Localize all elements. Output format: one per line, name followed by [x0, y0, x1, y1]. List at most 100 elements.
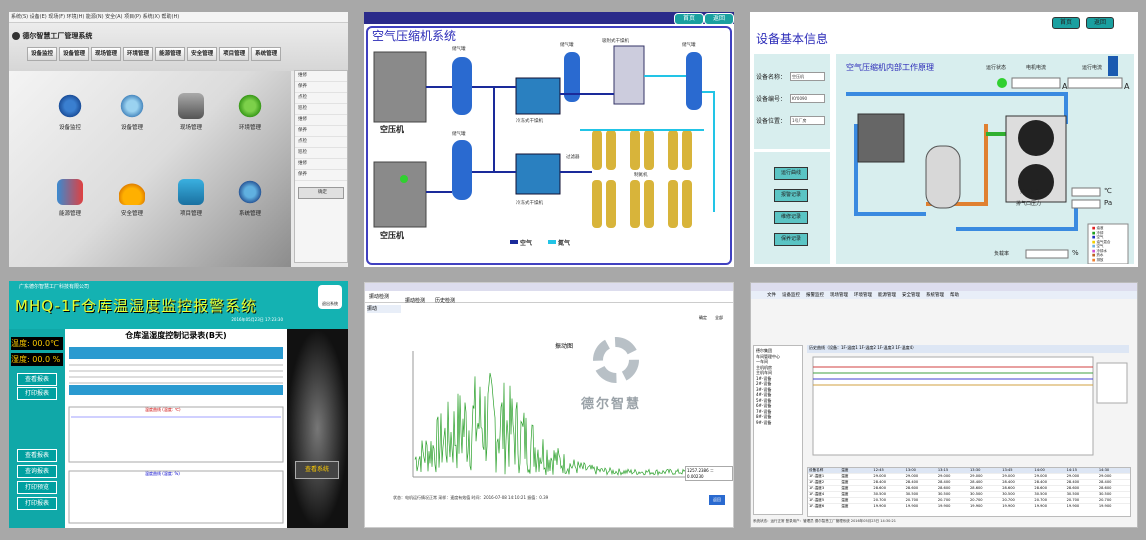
- table-cell: 19.900: [1066, 504, 1080, 508]
- all-button[interactable]: 全部: [715, 315, 723, 321]
- home-button[interactable]: 首页: [1052, 17, 1080, 29]
- filter-label: 过滤器: [566, 155, 580, 160]
- monitor-icon: [178, 179, 204, 205]
- table-header-cell: 14:15: [1066, 468, 1077, 472]
- side-panel: 维修 保养 点检 巡检 维修 保养 点检 巡检 维修 保养 确定: [294, 70, 348, 263]
- nav-item[interactable]: 能源管理: [155, 47, 186, 61]
- tab-vibration[interactable]: 振动检测: [405, 297, 425, 304]
- vibration-chart: [412, 351, 721, 478]
- table-row[interactable]: 1F-温度2 温度 28.400 28.400 28.400 28.400 28.400 28…: [808, 479, 1130, 485]
- side-row[interactable]: 保养: [295, 126, 347, 137]
- table-cell: 28.400: [1002, 480, 1015, 484]
- nav-item[interactable]: 设备管理: [59, 47, 90, 61]
- nav-item[interactable]: 环境管理: [123, 47, 154, 61]
- module-system[interactable]: 系统管理: [231, 179, 269, 217]
- ok-button[interactable]: 确定: [699, 315, 707, 321]
- status-led: [400, 175, 408, 183]
- return-button[interactable]: 返回: [709, 495, 725, 505]
- module-energy[interactable]: 能源管理: [51, 179, 89, 217]
- view-report-button[interactable]: 查看报表: [17, 449, 57, 462]
- module-project[interactable]: 项目管理: [172, 179, 210, 217]
- menu-item[interactable]: 系统管理: [926, 292, 944, 298]
- query-report-button[interactable]: 查询报表: [17, 465, 57, 478]
- hum-chart: [68, 470, 284, 524]
- side-row[interactable]: 点检: [295, 93, 347, 104]
- menu-item[interactable]: 现场管理: [830, 292, 848, 298]
- print-report-button[interactable]: 打印报表: [17, 387, 57, 400]
- system-title: MHQ-1F仓库温湿度监控报警系统: [15, 297, 258, 315]
- tank-label: 储气罐: [452, 47, 466, 52]
- menu-item[interactable]: 报警监控: [806, 292, 824, 298]
- field-label: 设备编号：: [756, 96, 787, 103]
- table-cell: 30.500: [1066, 492, 1080, 496]
- subtab[interactable]: 振动: [367, 305, 401, 313]
- tree-node[interactable]: 9#-设备: [756, 420, 800, 426]
- module-device-manage[interactable]: 设备管理: [113, 93, 151, 131]
- view-report-button[interactable]: 查看报表: [17, 373, 57, 386]
- logout-button[interactable]: 退出系统: [318, 285, 342, 309]
- view-system-button[interactable]: 查看系统: [295, 461, 339, 479]
- side-row[interactable]: 保养: [295, 170, 347, 181]
- location-field[interactable]: 1号厂房: [790, 116, 825, 125]
- banner: 广东德尔智慧工厂科技有限公司 MHQ-1F仓库温湿度监控报警系统 退出系统: [9, 281, 348, 329]
- table-cell: 29.000: [905, 474, 919, 478]
- module-env-manage[interactable]: 环境管理: [231, 93, 269, 131]
- print-preview-button[interactable]: 打印预览: [17, 481, 57, 494]
- history-curve-screenshot: 文件 设备监控 报警监控 现场管理 环境管理 能源管理 安全管理 系统管理 帮助…: [750, 282, 1138, 528]
- menu-item[interactable]: 安全管理: [902, 292, 920, 298]
- menu-item[interactable]: 文件: [767, 292, 776, 298]
- compressor-label: 空压机: [380, 231, 404, 240]
- table-row[interactable]: 1F-温度5 温度 20.700 20.700 20.700 20.700 20.700 20…: [808, 497, 1130, 503]
- table-cell: 1F-温度2: [809, 480, 825, 484]
- curve-button[interactable]: 运行曲线: [774, 167, 808, 180]
- window-titlebar: [751, 283, 1137, 291]
- temperature-readout: 温度: 00.0℃: [11, 337, 63, 350]
- dryer: [515, 153, 561, 195]
- nav-item[interactable]: 项目管理: [219, 47, 250, 61]
- back-button[interactable]: 返回: [1086, 17, 1114, 29]
- tab-vibration[interactable]: 振动检测: [369, 293, 389, 300]
- nav-item[interactable]: 系统管理: [251, 47, 282, 61]
- menu-item[interactable]: 设备监控: [782, 292, 800, 298]
- nav-item[interactable]: 安全管理: [187, 47, 218, 61]
- table-row[interactable]: 1F-温度6 温度 19.900 19.900 19.900 19.900 19.900 19…: [808, 503, 1130, 509]
- camera-view: 查看系统: [287, 329, 348, 528]
- plot-area: [812, 356, 1094, 456]
- alarm-button[interactable]: 报警记录: [774, 189, 808, 202]
- module-site-manage[interactable]: 现场管理: [172, 93, 210, 131]
- code-field[interactable]: KY0090: [790, 94, 825, 103]
- side-row[interactable]: 巡检: [295, 148, 347, 159]
- repair-button[interactable]: 维修记录: [774, 211, 808, 224]
- compressor-block: [857, 113, 905, 163]
- flow-diagram: [846, 56, 1129, 264]
- table-row[interactable]: 1F-温度4 温度 30.500 30.500 30.500 30.500 30.500 30…: [808, 491, 1130, 497]
- table-cell: 28.600: [1002, 486, 1015, 490]
- menu-item[interactable]: 能源管理: [878, 292, 896, 298]
- module-device-monitor[interactable]: 设备监控: [51, 93, 89, 131]
- helmet-icon: [119, 179, 145, 205]
- maintain-button[interactable]: 保养记录: [774, 233, 808, 246]
- menu-item[interactable]: 帮助: [950, 292, 959, 298]
- print-report-button[interactable]: 打印报表: [17, 497, 57, 510]
- compressor-inner-view: 空气压缩机内部工作原理 运行状态 电机电流 运行电流 A A 排气温度 ℃ 排气…: [836, 54, 1134, 264]
- side-row[interactable]: 保养: [295, 82, 347, 93]
- module-safety[interactable]: 安全管理: [113, 179, 151, 217]
- nav-item[interactable]: 现场管理: [91, 47, 122, 61]
- side-row[interactable]: 点检: [295, 137, 347, 148]
- side-row[interactable]: 巡检: [295, 104, 347, 115]
- table-header: 设备名称 温度 12:45 13:00 13:15 13:30 13:45 14:00 14:1…: [808, 468, 1130, 473]
- table-row[interactable]: 1F-温度1 温度 29.000 29.000 29.000 29.000 29.000 29…: [808, 473, 1130, 479]
- side-row[interactable]: 维修: [295, 115, 347, 126]
- grid-lines: [69, 364, 283, 384]
- side-ok-button[interactable]: 确定: [298, 187, 344, 199]
- table-row[interactable]: 1F-温度3 温度 28.600 28.600 28.600 28.600 28.600 28…: [808, 485, 1130, 491]
- side-row[interactable]: 维修: [295, 71, 347, 82]
- menu-item[interactable]: 环境管理: [854, 292, 872, 298]
- name-field[interactable]: 空压机: [790, 72, 825, 81]
- side-row[interactable]: 维修: [295, 159, 347, 170]
- table-cell: 29.000: [873, 474, 886, 478]
- nav-item[interactable]: 设备监控: [27, 47, 58, 61]
- record-grid: [68, 347, 284, 524]
- tab-history[interactable]: 历史检测: [435, 297, 455, 304]
- temp-chart: [68, 406, 284, 463]
